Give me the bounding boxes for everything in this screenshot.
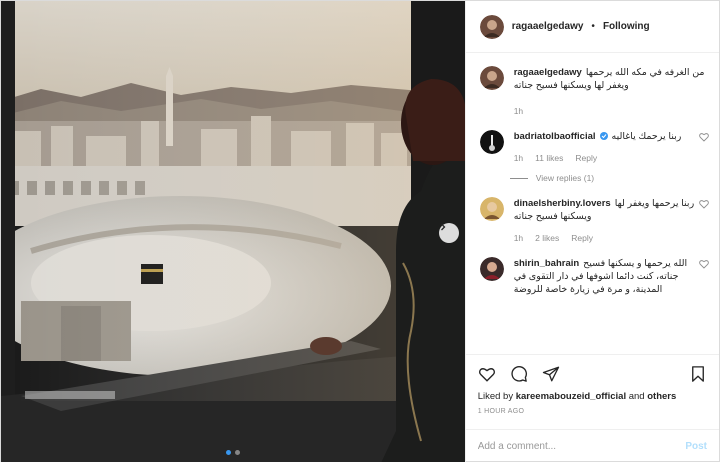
carousel-dot-active [225,450,231,455]
bookmark-icon[interactable] [689,365,707,383]
caption-username[interactable]: ragaaelgedawy [514,67,582,78]
comment-item: shirin_bahrain الله يرحمها و يسكنها فسيح … [479,257,709,296]
reply-button[interactable]: Reply [571,233,593,243]
view-replies-line [509,177,528,179]
comment-time: 1h [513,233,524,243]
commenter-avatar[interactable] [479,130,504,154]
heart-icon[interactable] [478,365,496,383]
add-comment-input[interactable] [477,441,686,452]
reply-button[interactable]: Reply [575,153,597,163]
post-header: ragaaelgedawy • Following [465,1,719,53]
comment-icon[interactable] [510,365,528,383]
caption-avatar[interactable] [479,66,504,90]
post-photo[interactable] [1,1,465,462]
comment-likes[interactable]: 11 likes [535,153,563,163]
commenter-avatar[interactable] [479,197,504,221]
add-comment-bar: Post [465,429,719,462]
author-avatar[interactable] [479,14,504,39]
paper-plane-icon[interactable] [542,365,560,383]
commenter-avatar[interactable] [479,257,504,281]
comment-like-heart-icon[interactable] [699,132,709,142]
liked-by-text: Liked by kareemabouzeid_official and oth… [478,391,707,402]
liked-by-user[interactable]: kareemabouzeid_official [516,391,626,402]
carousel-dot [234,450,240,455]
post-timestamp: 1 HOUR AGO [477,408,525,415]
verified-badge-icon [599,132,608,140]
comment-like-heart-icon[interactable] [699,259,709,269]
caption: ragaaelgedawy من الغرفه في مكه الله يرحمه… [479,66,709,116]
chevron-right-icon [441,223,446,231]
view-replies-label: View replies (1) [535,173,595,183]
view-replies-button[interactable]: View replies (1) [509,173,709,183]
liked-by-joiner: and [628,391,645,402]
author-username[interactable]: ragaaelgedawy [512,21,584,32]
caption-time: 1h [513,106,524,116]
post-side-panel: ragaaelgedawy • Following ragaaelgedawy م… [464,1,719,462]
comment-like-heart-icon[interactable] [699,199,709,209]
post-comment-button[interactable]: Post [685,441,707,452]
comment-time: 1h [513,153,524,163]
carousel-indicator [1,450,465,455]
liked-by-others[interactable]: others [647,391,676,402]
comment-item: badriatolbaofficial ربنا يرحمك ياغاليه 1h… [479,130,709,163]
comments-list: ragaaelgedawy من الغرفه في مكه الله يرحمه… [466,54,719,354]
comment-item: dinaelsherbiny.lovers ربنا يرحمها ويغفر ل… [479,197,709,243]
instagram-post-view: ragaaelgedawy • Following ragaaelgedawy م… [0,0,720,462]
comment-text: ربنا يرحمك ياغاليه [611,131,682,142]
post-actions: Liked by kareemabouzeid_official and oth… [465,354,719,415]
commenter-username[interactable]: shirin_bahrain [514,258,579,269]
kaaba-window-view-image [1,1,465,462]
commenter-username[interactable]: badriatolbaofficial [514,131,596,142]
commenter-username[interactable]: dinaelsherbiny.lovers [514,198,611,209]
comment-likes[interactable]: 2 likes [535,233,559,243]
header-separator: • [591,21,595,32]
liked-by-prefix: Liked by [477,391,514,402]
carousel-next-button[interactable] [439,223,459,243]
following-button[interactable]: Following [603,21,650,32]
